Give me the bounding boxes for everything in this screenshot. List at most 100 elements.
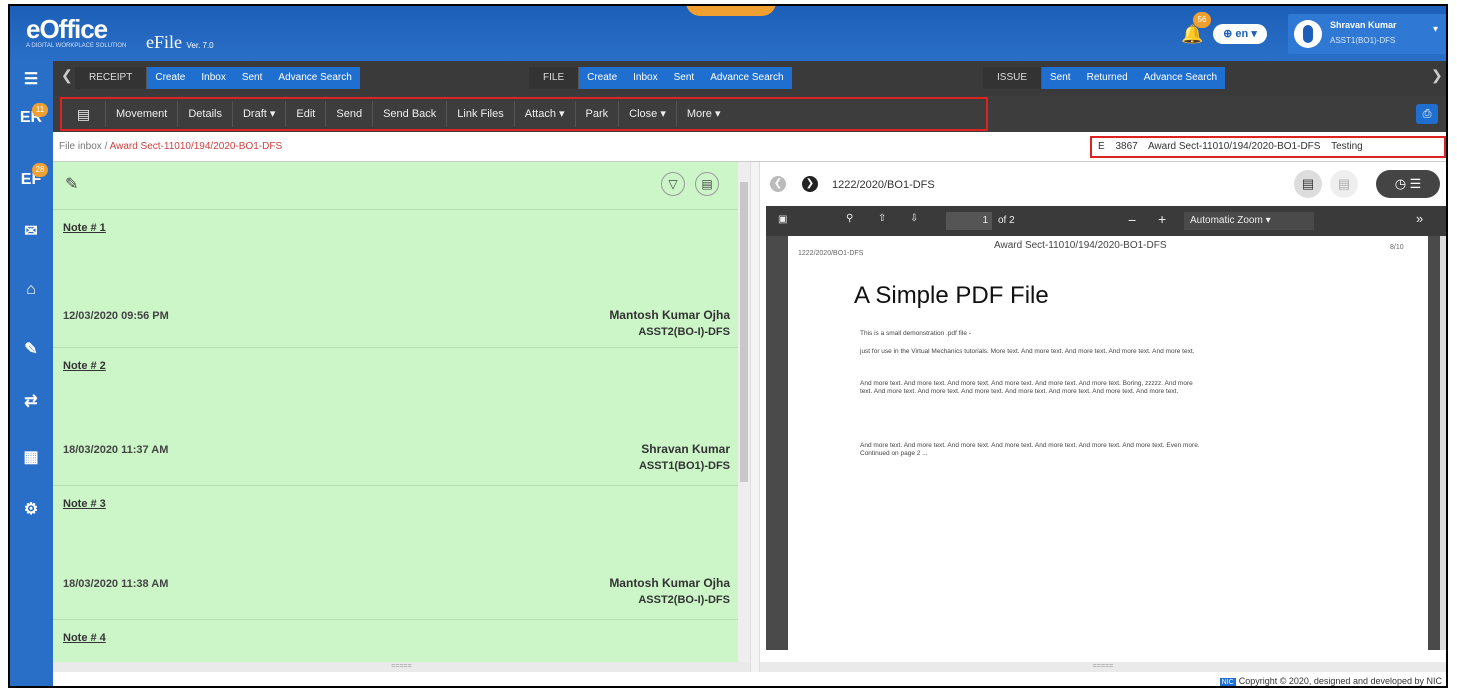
edit-button[interactable]: Edit xyxy=(286,101,327,127)
notesheet-scrollbar[interactable] xyxy=(738,162,750,662)
send-back-button[interactable]: Send Back xyxy=(373,101,448,127)
issue-sent-link[interactable]: Sent xyxy=(1042,67,1079,89)
app-title: eFile xyxy=(146,32,182,52)
zoom-in-icon[interactable]: + xyxy=(1158,211,1166,227)
issue-search-link[interactable]: Advance Search xyxy=(1135,67,1226,89)
pdf-header-center: Award Sect-11010/194/2020-BO1-DFS xyxy=(994,240,1167,251)
note-designation: ASST1(BO1)-DFS xyxy=(638,460,730,472)
write-note-icon[interactable]: ✎ xyxy=(65,174,78,194)
close-button[interactable]: Close ▾ xyxy=(619,101,677,127)
pdf-scrollbar[interactable] xyxy=(1440,236,1446,650)
note-item: Note # 3 18/03/2020 11:38 AM Mantosh Kum… xyxy=(53,486,738,620)
nav-left-arrow-icon[interactable]: ❮ xyxy=(61,67,73,84)
page-down-icon[interactable]: ⇩ xyxy=(910,213,918,224)
park-button[interactable]: Park xyxy=(576,101,620,127)
receipt-inbox-link[interactable]: Inbox xyxy=(193,67,234,89)
notesheet-icon[interactable]: ▤ xyxy=(62,101,106,127)
page-number-input[interactable]: 1 xyxy=(946,212,992,230)
app-name: eFile Ver. 7.0 xyxy=(146,32,214,53)
file-inbox-link[interactable]: Inbox xyxy=(625,67,666,89)
receipt-sent-link[interactable]: Sent xyxy=(233,67,271,89)
details-button[interactable]: Details xyxy=(178,101,233,127)
pdf-paragraph: This is a small demonstration .pdf file … xyxy=(860,330,971,337)
nic-logo: NIC xyxy=(1219,678,1236,686)
attach-button[interactable]: Attach ▾ xyxy=(515,101,576,127)
home-icon[interactable]: ⌂ xyxy=(18,277,44,303)
pdf-page: 1222/2020/BO1-DFS Award Sect-11010/194/2… xyxy=(788,236,1428,650)
note-author: Mantosh Kumar Ojha xyxy=(609,576,730,590)
settings-user-icon[interactable]: ⚙ xyxy=(18,497,44,523)
note-author: Mantosh Kumar Ojha xyxy=(609,308,730,322)
app-frame: eOffice A DIGITAL WORKPLACE SOLUTION eFi… xyxy=(8,4,1448,688)
logo-tagline: A DIGITAL WORKPLACE SOLUTION xyxy=(26,43,127,49)
pdf-header-right: 8/10 xyxy=(1390,244,1404,251)
toolbar-actions: ▤ Movement Details Draft ▾ Edit Send Sen… xyxy=(60,97,988,131)
breadcrumb-root[interactable]: File inbox xyxy=(59,141,102,152)
file-search-link[interactable]: Advance Search xyxy=(702,67,792,89)
note-designation: ASST2(BO-I)-DFS xyxy=(638,326,730,338)
app-version: Ver. 7.0 xyxy=(186,41,214,50)
zoom-out-icon[interactable]: − xyxy=(1128,212,1136,228)
file-toolbar: ▤ Movement Details Draft ▾ Edit Send Sen… xyxy=(53,96,1446,132)
issue-returned-link[interactable]: Returned xyxy=(1078,67,1136,89)
zoom-select[interactable]: Automatic Zoom ▾ xyxy=(1184,212,1314,230)
file-create-link[interactable]: Create xyxy=(579,67,626,89)
note-designation: ASST2(BO-I)-DFS xyxy=(638,594,730,606)
print-button[interactable]: ⎙ xyxy=(1416,104,1438,124)
nav-right-arrow-icon[interactable]: ❯ xyxy=(1431,67,1443,84)
file-number: 3867 xyxy=(1115,141,1138,152)
receipt-search-link[interactable]: Advance Search xyxy=(270,67,360,89)
panel-splitter[interactable] xyxy=(750,162,760,672)
note-item: Note # 4 xyxy=(53,620,738,662)
reports-icon[interactable]: ▦ xyxy=(18,445,44,471)
pdf-canvas: 1222/2020/BO1-DFS Award Sect-11010/194/2… xyxy=(766,236,1440,650)
note-title[interactable]: Note # 2 xyxy=(63,360,106,372)
file-nav: FILE Create Inbox Sent Advance Search xyxy=(529,67,792,89)
note-date: 18/03/2020 11:38 AM xyxy=(63,578,169,590)
file-sent-link[interactable]: Sent xyxy=(665,67,703,89)
note-title[interactable]: Note # 3 xyxy=(63,498,106,510)
find-icon[interactable]: ⚲ xyxy=(846,213,853,224)
eoffice-logo[interactable]: eOffice xyxy=(26,14,108,45)
receipt-label: RECEIPT xyxy=(75,67,148,89)
note-title[interactable]: Note # 4 xyxy=(63,632,106,644)
pdf-paragraph: And more text. And more text. And more t… xyxy=(860,380,1193,395)
sidebar-toggle-icon[interactable]: ▣ xyxy=(778,214,787,225)
file-type: E xyxy=(1098,141,1105,152)
issue-nav: ISSUE Sent Returned Advance Search xyxy=(983,67,1226,89)
more-button[interactable]: More ▾ xyxy=(677,101,731,127)
transfer-icon[interactable]: ⇄ xyxy=(18,389,44,415)
grid-view-icon[interactable]: ▤ xyxy=(1294,170,1322,198)
file-label: FILE xyxy=(529,67,580,89)
receipt-create-link[interactable]: Create xyxy=(147,67,194,89)
dak-icon[interactable]: ✉ xyxy=(18,219,44,245)
menu-icon[interactable]: ☰ xyxy=(18,67,44,93)
tools-menu-icon[interactable]: » xyxy=(1416,211,1423,226)
scroll-thumb[interactable] xyxy=(740,182,748,482)
language-selector[interactable]: ⊕ en ▾ xyxy=(1213,24,1267,44)
copyright-text: Copyright © 2020, designed and developed… xyxy=(1238,676,1442,686)
page-count: of 2 xyxy=(998,215,1015,226)
list-view-icon[interactable]: ▤ xyxy=(1330,170,1358,198)
note-title[interactable]: Note # 1 xyxy=(63,222,106,234)
next-doc-icon[interactable]: ❯ xyxy=(802,176,818,192)
history-menu-button[interactable]: ◷ ☰ xyxy=(1376,170,1440,198)
notesheet-panel: ✎ ▽ ▤ Note # 1 12/03/2020 09:56 PM Manto… xyxy=(53,162,738,662)
link-files-button[interactable]: Link Files xyxy=(447,101,515,127)
layout-icon[interactable]: ▤ xyxy=(695,172,719,196)
note-date: 18/03/2020 11:37 AM xyxy=(63,444,169,456)
user-menu[interactable]: Shravan Kumar ASST1(BO1)-DFS ▾ xyxy=(1288,14,1446,54)
previous-doc-icon[interactable]: ❮ xyxy=(770,176,786,192)
notes-icon[interactable]: ✎ xyxy=(18,337,44,363)
filter-icon[interactable]: ▽ xyxy=(661,172,685,196)
send-button[interactable]: Send xyxy=(326,101,374,127)
collapse-handle[interactable] xyxy=(686,6,776,16)
draft-button[interactable]: Draft ▾ xyxy=(233,101,287,127)
breadcrumb-bar: File inbox / Award Sect-11010/194/2020-B… xyxy=(53,132,1446,162)
viewer-resize-handle[interactable]: ===== xyxy=(760,662,1446,672)
page-up-icon[interactable]: ⇧ xyxy=(878,213,886,224)
module-nav: ❮ RECEIPT Create Inbox Sent Advance Sear… xyxy=(53,61,1446,96)
file-badge: 28 xyxy=(32,163,48,177)
movement-button[interactable]: Movement xyxy=(106,101,179,127)
notesheet-resize-handle[interactable]: ===== xyxy=(53,662,750,672)
